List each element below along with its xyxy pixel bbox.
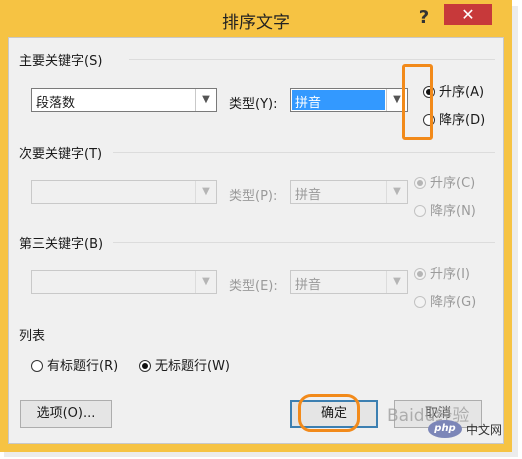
- chevron-down-icon[interactable]: ▼: [195, 89, 216, 111]
- list-label: 列表: [19, 329, 46, 344]
- secondary-descending-label: 降序(N): [430, 204, 476, 219]
- site-name-watermark: 中文网: [466, 423, 503, 437]
- has-header-row-label: 有标题行(R): [47, 359, 119, 374]
- radio-icon[interactable]: [414, 205, 426, 217]
- primary-type-select[interactable]: 拼音 ▼: [290, 88, 408, 112]
- tertiary-key-field-select[interactable]: ▼: [31, 270, 217, 294]
- secondary-type-select[interactable]: 拼音 ▼: [290, 180, 408, 204]
- primary-descending-label: 降序(D): [439, 113, 486, 128]
- primary-ascending-label: 升序(A): [439, 85, 485, 100]
- secondary-descending-radio[interactable]: 降序(N): [414, 200, 476, 219]
- tertiary-key-label: 第三关键字(B): [19, 237, 104, 252]
- chevron-down-icon[interactable]: ▼: [386, 181, 407, 203]
- chevron-down-icon[interactable]: ▼: [386, 271, 407, 293]
- primary-key-field-select[interactable]: 段落数 ▼: [31, 88, 217, 112]
- radio-icon[interactable]: [31, 360, 43, 372]
- secondary-key-label: 次要关键字(T): [19, 147, 103, 162]
- primary-type-value: 拼音: [292, 90, 385, 111]
- tertiary-key-separator: [113, 242, 495, 243]
- sort-text-dialog: 排序文字 ? ✕ 主要关键字(S) 段落数 ▼ 类型(Y): 拼音 ▼ 升序(A…: [0, 0, 512, 452]
- primary-key-label: 主要关键字(S): [19, 54, 103, 69]
- primary-key-field-value: 段落数: [36, 96, 76, 111]
- chevron-down-icon[interactable]: ▼: [195, 271, 216, 293]
- chevron-down-icon[interactable]: ▼: [195, 181, 216, 203]
- tertiary-descending-label: 降序(G): [430, 295, 477, 310]
- tertiary-ascending-radio[interactable]: 升序(I): [414, 263, 470, 282]
- dialog-body: 主要关键字(S) 段落数 ▼ 类型(Y): 拼音 ▼ 升序(A) 降序(D) 次…: [8, 37, 504, 444]
- window-shadow-right: [512, 6, 518, 456]
- radio-selected-icon[interactable]: [414, 177, 426, 189]
- has-header-row-radio[interactable]: 有标题行(R): [31, 355, 118, 374]
- primary-type-label: 类型(Y):: [229, 97, 278, 112]
- radio-icon[interactable]: [414, 296, 426, 308]
- highlight-outline-ok: [298, 394, 360, 432]
- tertiary-descending-radio[interactable]: 降序(G): [414, 291, 476, 310]
- secondary-key-separator: [113, 152, 495, 153]
- secondary-ascending-label: 升序(C): [430, 176, 476, 191]
- no-header-row-radio[interactable]: 无标题行(W): [139, 355, 230, 374]
- title-bar[interactable]: 排序文字 ? ✕: [0, 0, 512, 37]
- primary-key-separator: [129, 59, 495, 60]
- tertiary-type-value: 拼音: [295, 278, 322, 293]
- secondary-type-value: 拼音: [295, 188, 322, 203]
- close-icon[interactable]: ✕: [444, 4, 492, 25]
- options-button[interactable]: 选项(O)...: [20, 400, 112, 428]
- window-shadow-bottom: [4, 452, 518, 457]
- radio-selected-icon[interactable]: [414, 268, 426, 280]
- highlight-outline-sort-order: [402, 64, 433, 140]
- tertiary-type-label: 类型(E):: [229, 279, 278, 294]
- secondary-type-label: 类型(P):: [229, 189, 278, 204]
- php-logo: php: [428, 420, 462, 438]
- radio-selected-icon[interactable]: [139, 360, 151, 372]
- secondary-key-field-select[interactable]: ▼: [31, 180, 217, 204]
- help-icon[interactable]: ?: [412, 6, 436, 30]
- tertiary-type-select[interactable]: 拼音 ▼: [290, 270, 408, 294]
- secondary-ascending-radio[interactable]: 升序(C): [414, 172, 475, 191]
- tertiary-ascending-label: 升序(I): [430, 267, 470, 282]
- no-header-row-label: 无标题行(W): [155, 359, 230, 374]
